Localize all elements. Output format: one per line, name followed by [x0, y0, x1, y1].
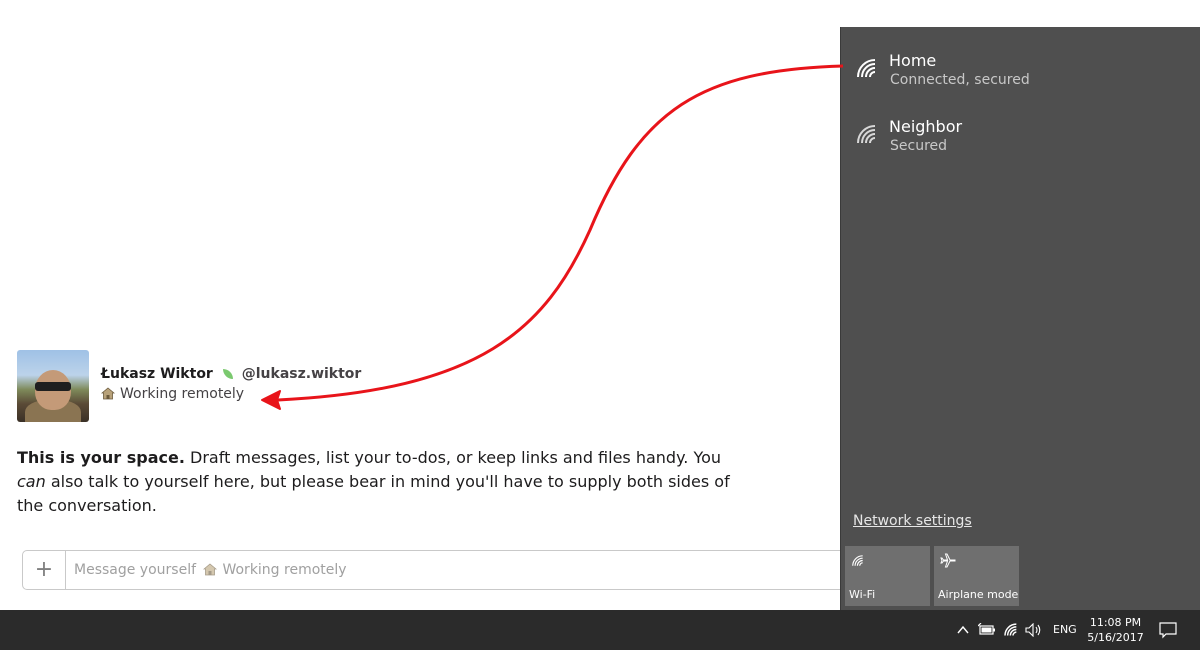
network-item-neighbor[interactable]: Neighbor Secured: [855, 117, 1185, 173]
network-flyout: Home Connected, secured Neighbor Secured…: [840, 27, 1200, 610]
action-center-icon[interactable]: [1158, 621, 1178, 643]
intro-part2: also talk to yourself here, but please b…: [17, 472, 730, 515]
input-language[interactable]: ENG: [1053, 623, 1077, 636]
wifi-icon: [851, 552, 865, 571]
message-composer[interactable]: + Message yourself Working remotely: [22, 550, 852, 590]
volume-icon[interactable]: [1025, 622, 1043, 641]
profile-status: Working remotely: [100, 386, 245, 404]
presence-icon: [223, 369, 234, 379]
network-status: Connected, secured: [890, 72, 1030, 88]
wifi-icon: [855, 123, 879, 149]
profile-handle: @lukasz.wiktor: [241, 366, 362, 382]
airplane-icon: [940, 552, 956, 572]
profile-name[interactable]: Łukasz Wiktor: [101, 366, 213, 382]
network-status: Secured: [890, 138, 948, 154]
network-ssid: Home: [889, 51, 937, 70]
tile-label: Airplane mode: [938, 588, 1019, 601]
network-ssid: Neighbor: [889, 117, 963, 136]
status-text: Working remotely: [120, 386, 245, 402]
clock[interactable]: 11:08 PM 5/16/2017: [1078, 615, 1153, 645]
wifi-icon[interactable]: [1003, 622, 1019, 641]
add-attachment-button[interactable]: +: [23, 551, 66, 589]
avatar[interactable]: [17, 350, 89, 422]
battery-icon[interactable]: [977, 622, 996, 641]
wifi-toggle-tile[interactable]: Wi-Fi: [845, 546, 930, 606]
wifi-icon: [855, 57, 879, 83]
message-input-placeholder[interactable]: Message yourself Working remotely: [74, 562, 347, 580]
profile-name-line: Łukasz Wiktor @lukasz.wiktor: [101, 366, 361, 382]
placeholder-status: Working remotely: [222, 562, 347, 578]
tile-label: Wi-Fi: [849, 588, 876, 601]
intro-part1: Draft messages, list your to-dos, or kee…: [184, 448, 722, 467]
taskbar: ENG 11:08 PM 5/16/2017: [0, 610, 1200, 650]
house-icon: [203, 563, 218, 580]
clock-date: 5/16/2017: [1087, 631, 1144, 644]
network-settings-link[interactable]: Network settings: [853, 513, 972, 529]
clock-time: 11:08 PM: [1089, 616, 1142, 629]
airplane-mode-tile[interactable]: Airplane mode: [934, 546, 1019, 606]
network-item-home[interactable]: Home Connected, secured: [855, 51, 1185, 107]
placeholder-prefix: Message yourself: [74, 562, 197, 578]
intro-text: This is your space. Draft messages, list…: [17, 446, 747, 518]
chat-pane: Łukasz Wiktor @lukasz.wiktor Working rem…: [0, 0, 852, 610]
intro-emphasis: can: [17, 472, 46, 491]
intro-bold: This is your space.: [17, 448, 185, 467]
house-icon: [100, 387, 116, 404]
chevron-up-icon[interactable]: [956, 622, 970, 641]
